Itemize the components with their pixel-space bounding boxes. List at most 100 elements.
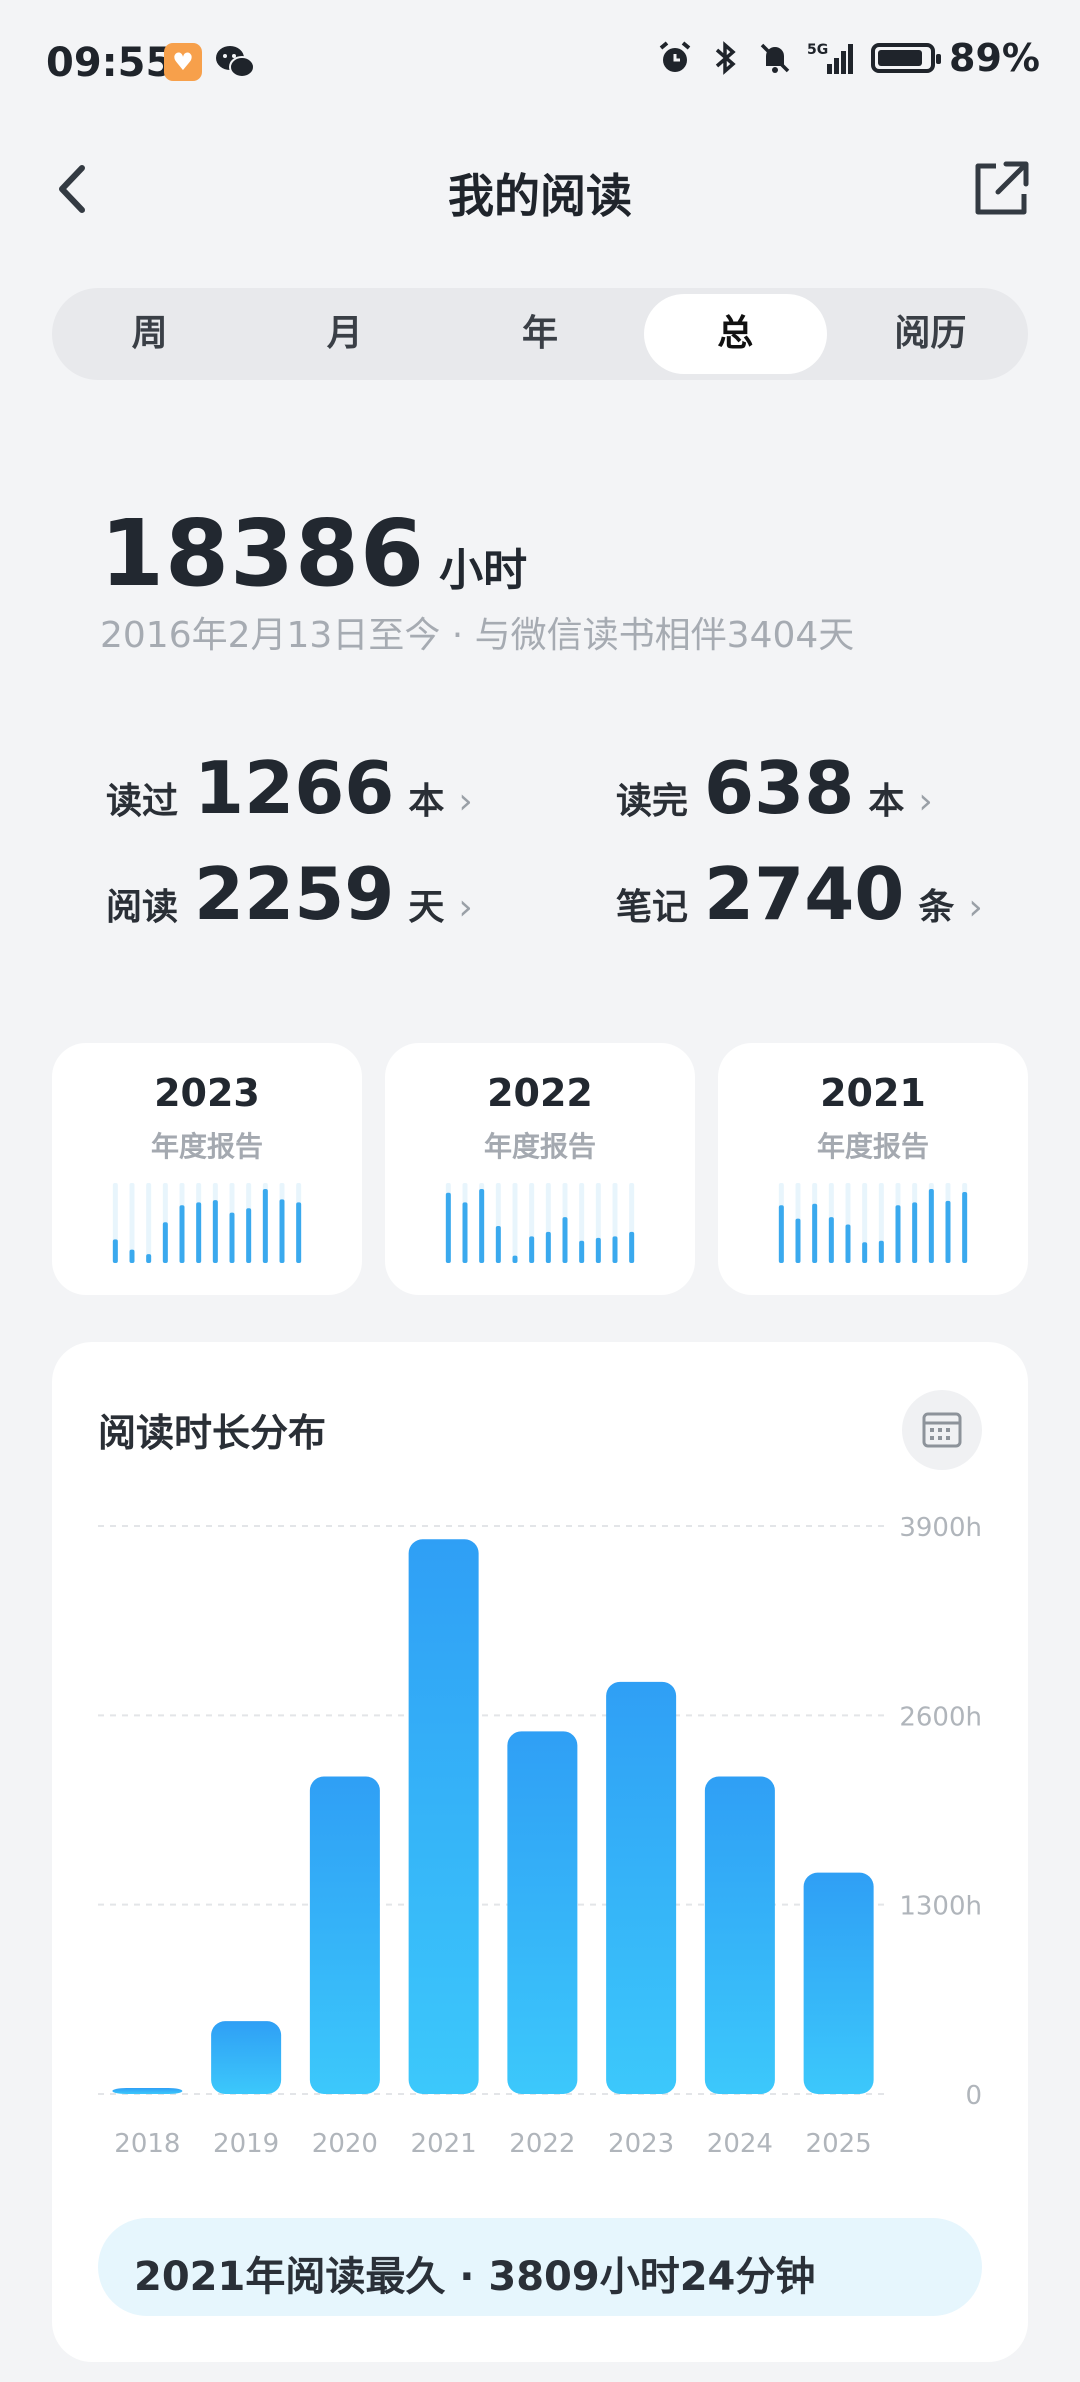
mini-bar bbox=[246, 1208, 252, 1263]
mini-bar bbox=[778, 1205, 784, 1263]
reading-distribution-card: 阅读时长分布 0 1300h 2600h 3900h 2018 2019 2020 2021 2… bbox=[52, 1342, 1028, 2362]
since-text: 2016年2月13日至今 · 与微信读书相伴3404天 bbox=[100, 615, 855, 656]
mini-bar bbox=[828, 1217, 834, 1263]
year-report-mini-chart bbox=[778, 1183, 968, 1263]
mini-bar bbox=[862, 1242, 868, 1263]
summary-text: 2021年阅读最久 · 3809小时24分钟 bbox=[134, 2254, 816, 2300]
mini-bar bbox=[595, 1237, 601, 1263]
mini-bar bbox=[229, 1212, 235, 1263]
bar-2020 bbox=[309, 1776, 380, 2094]
chevron-right-icon: › bbox=[968, 887, 983, 928]
battery-percent: 89% bbox=[949, 36, 1040, 80]
chevron-right-icon: › bbox=[458, 887, 473, 928]
x-tick-label: 2022 bbox=[509, 2129, 575, 2159]
x-tick-label: 2020 bbox=[312, 2129, 378, 2159]
x-tick-label: 2021 bbox=[411, 2129, 477, 2159]
x-tick-label: 2025 bbox=[806, 2129, 872, 2159]
mini-bar bbox=[629, 1231, 635, 1263]
stat-books-read[interactable]: 读过 1266 本 › bbox=[106, 746, 473, 830]
stat-books-finished[interactable]: 读完 638 本 › bbox=[616, 746, 933, 830]
mini-bar-track bbox=[512, 1183, 518, 1263]
stat-value: 2740 bbox=[704, 852, 905, 936]
mini-bar bbox=[196, 1202, 202, 1263]
bar-2025 bbox=[803, 1872, 874, 2094]
bar-2019 bbox=[211, 2021, 282, 2094]
period-tabs: 周 月 年 总 阅历 bbox=[52, 288, 1028, 380]
year-report-card-0[interactable]: 2023 年度报告 bbox=[52, 1043, 362, 1295]
mute-icon bbox=[760, 43, 790, 73]
bar-2023 bbox=[606, 1681, 677, 2094]
stat-unit: 本 bbox=[868, 781, 905, 822]
tab-year[interactable]: 年 bbox=[448, 294, 631, 374]
distribution-bar-chart: 0 1300h 2600h 3900h 2018 2019 2020 2021 2022 2023… bbox=[98, 1513, 982, 2159]
x-tick-label: 2018 bbox=[114, 2129, 180, 2159]
total-hours-unit: 小时 bbox=[439, 545, 528, 596]
mini-bar bbox=[262, 1189, 268, 1263]
mini-bar bbox=[479, 1189, 485, 1263]
bluetooth-icon bbox=[715, 41, 736, 75]
mini-bar bbox=[445, 1192, 451, 1263]
stat-unit: 本 bbox=[408, 781, 445, 822]
mini-bar bbox=[279, 1199, 285, 1263]
year-report-label: 年度报告 bbox=[483, 1130, 596, 1163]
chevron-right-icon: › bbox=[458, 781, 473, 822]
tab-total[interactable]: 总 bbox=[643, 294, 827, 374]
page-title: 我的阅读 bbox=[448, 169, 632, 223]
svg-text:5G: 5G bbox=[807, 42, 828, 58]
y-tick-label: 0 bbox=[965, 2081, 982, 2111]
mini-bar bbox=[562, 1217, 568, 1263]
share-external-icon[interactable] bbox=[966, 154, 1036, 224]
bar-2018 bbox=[112, 2088, 183, 2094]
mini-bar bbox=[795, 1218, 801, 1263]
mini-bar bbox=[845, 1224, 851, 1263]
x-tick-label: 2024 bbox=[707, 2129, 773, 2159]
year-report-mini-chart bbox=[112, 1183, 302, 1263]
year-report-year: 2023 bbox=[154, 1071, 260, 1115]
year-report-mini-chart bbox=[445, 1183, 635, 1263]
bar-2024 bbox=[704, 1776, 775, 2094]
tab-week[interactable]: 周 bbox=[58, 294, 241, 374]
year-report-year: 2021 bbox=[820, 1071, 926, 1115]
stat-label: 阅读 bbox=[106, 887, 179, 928]
mini-bar-track bbox=[146, 1183, 152, 1263]
tab-history[interactable]: 阅历 bbox=[839, 294, 1022, 374]
year-report-card-2[interactable]: 2021 年度报告 bbox=[718, 1043, 1028, 1295]
x-tick-label: 2023 bbox=[608, 2129, 674, 2159]
mini-bar bbox=[895, 1205, 901, 1263]
mini-bar bbox=[462, 1202, 468, 1263]
bar-2022 bbox=[507, 1731, 578, 2094]
stat-label: 读完 bbox=[616, 781, 689, 822]
nav-header: 我的阅读 bbox=[0, 140, 1080, 240]
stat-label: 读过 bbox=[106, 781, 179, 822]
stat-reading-days[interactable]: 阅读 2259 天 › bbox=[106, 852, 473, 936]
mini-bar bbox=[146, 1254, 152, 1263]
alarm-icon bbox=[659, 41, 691, 72]
mini-bar bbox=[296, 1202, 302, 1263]
mini-bar bbox=[112, 1239, 118, 1263]
year-report-card-1[interactable]: 2022 年度报告 bbox=[385, 1043, 695, 1295]
y-tick-label: 1300h bbox=[899, 1892, 982, 1922]
mini-bar bbox=[495, 1226, 501, 1263]
tab-month[interactable]: 月 bbox=[253, 294, 436, 374]
year-report-label: 年度报告 bbox=[816, 1130, 929, 1163]
y-tick-label: 3900h bbox=[899, 1513, 982, 1543]
mini-bar bbox=[179, 1205, 185, 1263]
chevron-right-icon: › bbox=[918, 781, 933, 822]
x-tick-label: 2019 bbox=[213, 2129, 279, 2159]
stat-notes[interactable]: 笔记 2740 条 › bbox=[616, 852, 983, 936]
mini-bar bbox=[212, 1200, 218, 1263]
y-tick-label: 2600h bbox=[899, 1702, 982, 1732]
mini-bar bbox=[962, 1191, 968, 1263]
summary-banner: 2021年阅读最久 · 3809小时24分钟 bbox=[98, 2218, 982, 2316]
mini-bar bbox=[129, 1249, 135, 1263]
mini-bar bbox=[912, 1202, 918, 1263]
battery-icon bbox=[871, 43, 942, 73]
signal-icon: 5G bbox=[807, 42, 854, 74]
mini-bar bbox=[928, 1189, 934, 1263]
total-hours-value: 18386 bbox=[100, 500, 426, 607]
stat-value: 2259 bbox=[194, 852, 395, 936]
stat-value: 638 bbox=[704, 746, 855, 830]
app-icon-orange: ♥ bbox=[164, 43, 202, 81]
mini-bar bbox=[162, 1222, 168, 1263]
mini-bar bbox=[812, 1203, 818, 1263]
